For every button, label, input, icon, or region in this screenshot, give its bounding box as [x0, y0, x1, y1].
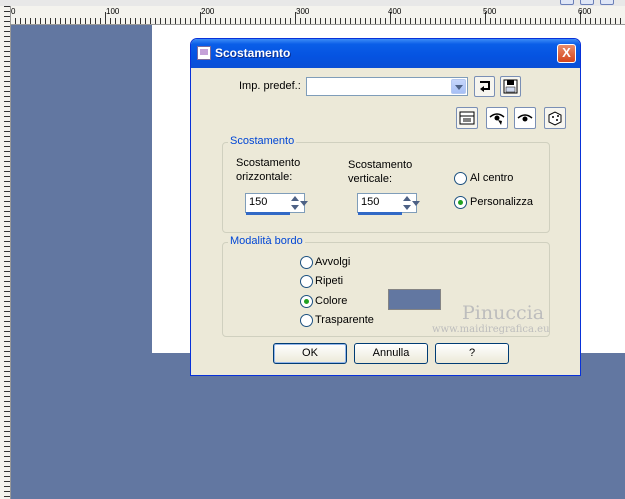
vertical-offset-label-1: Scostamento [348, 159, 413, 171]
close-button[interactable]: X [557, 44, 576, 63]
center-radio[interactable] [454, 172, 467, 185]
vertical-offset-label-2: verticale: [348, 173, 393, 185]
minimize-icon[interactable] [560, 0, 574, 5]
preview-on-image-icon[interactable] [486, 107, 508, 129]
vertical-offset-slider[interactable] [358, 212, 402, 215]
vertical-ruler-ticks [4, 6, 10, 497]
vertical-offset-stepper[interactable]: 150 [357, 193, 420, 215]
help-button[interactable]: ? [435, 343, 509, 364]
maximize-icon[interactable] [580, 0, 594, 5]
reset-icon[interactable] [474, 76, 495, 97]
ruler-label-500: 500 [483, 7, 497, 16]
edge-color-swatch[interactable] [388, 289, 441, 310]
edge-mode-group-title: Modalità bordo [228, 235, 305, 247]
transparent-radio[interactable] [300, 314, 313, 327]
app-icon [197, 46, 211, 60]
watermark-name: Pinuccia [462, 302, 545, 324]
horizontal-offset-label-2: orizzontale: [236, 171, 293, 183]
ok-button[interactable]: OK [273, 343, 347, 364]
ruler-label-0: 0 [11, 7, 16, 16]
horizontal-offset-slider[interactable] [246, 212, 290, 215]
preset-select[interactable] [306, 77, 468, 96]
wrap-radio[interactable] [300, 256, 313, 269]
vertical-ruler [0, 6, 11, 499]
horizontal-offset-label-1: Scostamento [236, 157, 301, 169]
wrap-label: Avvolgi [315, 256, 351, 268]
repeat-label: Ripeti [315, 275, 344, 287]
close-app-icon[interactable] [600, 0, 614, 5]
spin-arrows-icon[interactable] [402, 195, 412, 211]
chevron-down-icon[interactable] [451, 79, 466, 94]
custom-label: Personalizza [470, 196, 533, 208]
horizontal-ruler: 0 100 200 300 400 500 600 [10, 6, 625, 25]
ruler-label-600: 600 [578, 7, 592, 16]
ruler-label-300: 300 [296, 7, 310, 16]
horizontal-offset-value: 150 [249, 196, 268, 208]
color-label: Colore [315, 295, 348, 307]
horizontal-ruler-ticks [10, 12, 621, 24]
horizontal-offset-stepper[interactable]: 150 [245, 193, 308, 215]
watermark-url: www.maidiregrafica.eu [432, 324, 550, 335]
center-label: Al centro [470, 172, 514, 184]
color-radio[interactable] [300, 295, 313, 308]
eye-icon[interactable] [514, 107, 536, 129]
custom-radio[interactable] [454, 196, 467, 209]
ruler-label-400: 400 [388, 7, 402, 16]
vertical-offset-value: 150 [361, 196, 380, 208]
dialog-layout-icon[interactable] [456, 107, 478, 129]
ruler-label-100: 100 [106, 7, 120, 16]
repeat-radio[interactable] [300, 275, 313, 288]
transparent-label: Trasparente [315, 314, 374, 326]
offset-group: Scostamento Scostamento orizzontale: 150… [222, 135, 550, 233]
offset-group-title: Scostamento [228, 135, 297, 147]
cancel-button[interactable]: Annulla [354, 343, 428, 364]
dialog-titlebar[interactable]: Scostamento X [191, 39, 580, 68]
ruler-label-200: 200 [201, 7, 215, 16]
dialog-title: Scostamento [215, 46, 291, 60]
randomize-dice-icon[interactable] [544, 107, 566, 129]
preset-label: Imp. predef.: [239, 80, 301, 92]
save-icon[interactable] [500, 76, 521, 97]
spin-arrows-icon[interactable] [290, 195, 300, 211]
